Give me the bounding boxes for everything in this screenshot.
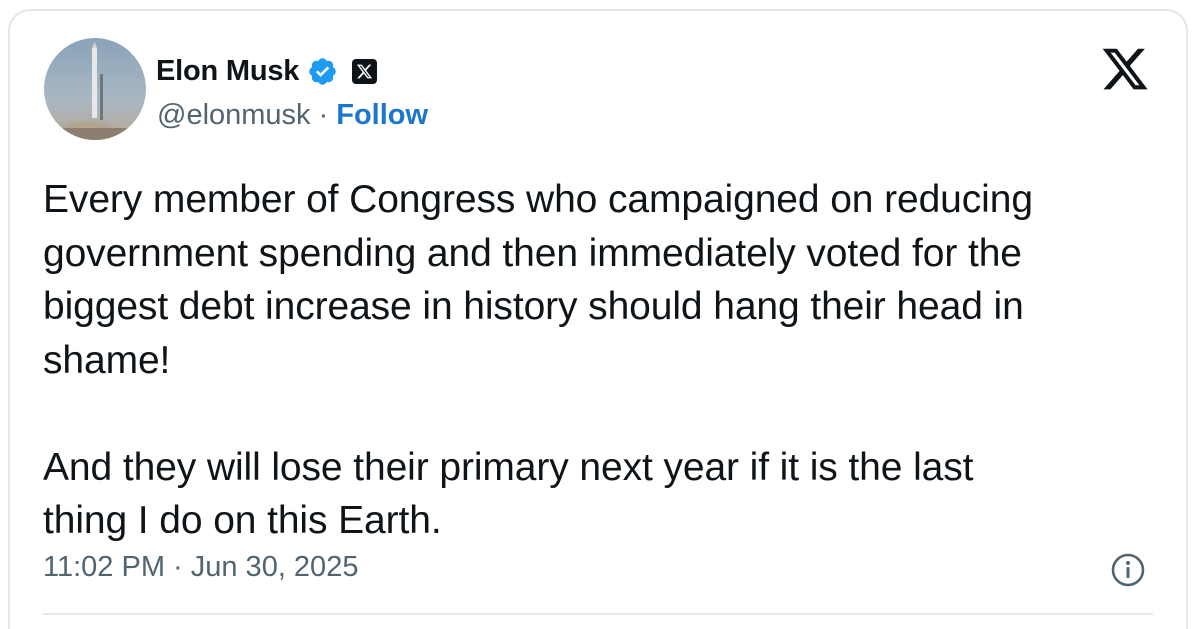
- author-handle-row: @elonmusk · Follow: [157, 95, 428, 135]
- author-display-name[interactable]: Elon Musk: [156, 55, 299, 88]
- separator-dot: ·: [318, 98, 329, 131]
- info-icon[interactable]: [1110, 552, 1146, 588]
- verified-badge-icon: [307, 56, 338, 87]
- divider: [43, 613, 1153, 615]
- author-handle[interactable]: @elonmusk: [157, 99, 311, 132]
- avatar[interactable]: [44, 38, 146, 140]
- x-logo-icon[interactable]: [1100, 46, 1150, 92]
- tweet-card: Elon Musk @elonmusk · Follow Every membe…: [8, 9, 1188, 629]
- tweet-paragraph: Every member of Congress who campaigned …: [43, 178, 1033, 382]
- follow-button[interactable]: Follow: [336, 99, 428, 132]
- author-name-row: Elon Musk: [156, 51, 378, 91]
- tweet-timestamp[interactable]: 11:02 PM · Jun 30, 2025: [43, 551, 358, 584]
- tweet-paragraph: And they will lose their primary next ye…: [43, 445, 974, 543]
- x-affiliation-badge-icon: [352, 58, 378, 84]
- tweet-text: Every member of Congress who campaigned …: [43, 173, 1163, 548]
